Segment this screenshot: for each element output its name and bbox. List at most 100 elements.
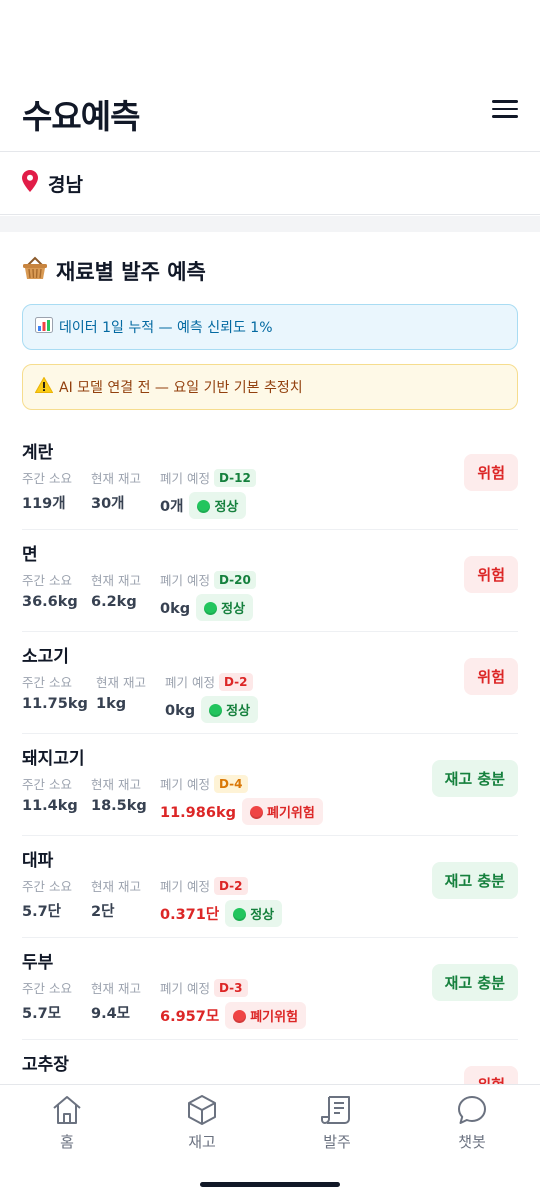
waste-label: 폐기 예정 (160, 981, 210, 996)
waste-label: 폐기 예정 (160, 471, 210, 486)
order-icon (321, 1096, 350, 1124)
weekly-usage: 주간 소요 119개 (22, 468, 72, 513)
status-chip: 정상 (196, 594, 254, 621)
status-chip: 폐기위험 (225, 1002, 307, 1029)
status-text: 정상 (214, 500, 239, 515)
stock-value: 9.4모 (91, 1006, 131, 1022)
stock-label: 현재 재고 (91, 777, 141, 792)
weekly-usage: 주간 소요 36.6kg (22, 570, 78, 610)
dday-tag: D-2 (213, 877, 248, 895)
tab-home-label: 홈 (60, 1133, 74, 1151)
stock-label: 현재 재고 (91, 471, 141, 486)
weekly-value: 11.75kg (22, 696, 88, 712)
forecast-content[interactable]: 재료별 발주 예측 데이터 1일 누적 — 예측 신뢰도 1% AI 모델 연결… (0, 232, 540, 1084)
waste-forecast: 폐기 예정 D-4 11.986kg 폐기위험 (160, 774, 323, 825)
tab-order-label: 발주 (323, 1133, 351, 1151)
data-reliability-notice: 데이터 1일 누적 — 예측 신뢰도 1% (22, 304, 518, 350)
region-name: 경남 (48, 174, 83, 196)
dday-tag: D-3 (213, 979, 248, 997)
app-header: 수요예측 (0, 0, 540, 152)
warn-notice-text: AI 모델 연결 전 — 요일 기반 기본 추정치 (59, 380, 303, 396)
ingredient-name: 소고기 (22, 647, 69, 667)
waste-label: 폐기 예정 (160, 777, 210, 792)
status-badge: 재고 충분 (431, 760, 518, 797)
basket-icon (22, 256, 48, 286)
tab-inventory-label: 재고 (188, 1133, 216, 1151)
waste-value: 0개 (160, 499, 184, 515)
ingredient-name: 대파 (22, 851, 54, 871)
waste-value: 0.371단 (160, 907, 220, 923)
dday-tag: D-2 (218, 673, 253, 691)
weekly-value: 11.4kg (22, 798, 78, 814)
status-text: 정상 (226, 704, 251, 719)
tab-chatbot-label: 챗봇 (458, 1133, 486, 1151)
ingredient-name: 고추장 (22, 1055, 69, 1075)
ingredient-name: 계란 (22, 443, 54, 463)
section-title: 재료별 발주 예측 (22, 256, 206, 286)
ingredient-list: 계란 주간 소요 119개 현재 재고 30개 폐기 예정 D-12 0개 정상 위… (22, 428, 518, 1084)
waste-forecast: 폐기 예정 D-2 0.371단 정상 (160, 876, 283, 927)
list-item[interactable]: 면 주간 소요 36.6kg 현재 재고 6.2kg 폐기 예정 D-20 0kg… (22, 530, 518, 632)
waste-forecast: 폐기 예정 D-20 0kg 정상 (160, 570, 256, 621)
status-badge: 위험 (464, 454, 518, 491)
list-item[interactable]: 돼지고기 주간 소요 11.4kg 현재 재고 18.5kg 폐기 예정 D-4 … (22, 734, 518, 836)
status-text: 폐기위험 (266, 806, 315, 821)
waste-forecast: 폐기 예정 D-12 0개 정상 (160, 468, 256, 519)
waste-forecast: 폐기 예정 D-3 6.957모 폐기위험 (160, 978, 307, 1029)
waste-label: 폐기 예정 (165, 675, 215, 690)
weekly-label: 주간 소요 (22, 777, 72, 792)
region-selector[interactable]: 경남 (0, 153, 540, 215)
weekly-value: 5.7단 (22, 904, 62, 920)
status-badge: 위험 (464, 658, 518, 695)
box-icon (188, 1095, 216, 1125)
weekly-label: 주간 소요 (22, 675, 72, 690)
waste-value: 0kg (165, 703, 196, 719)
status-badge: 위험 (464, 556, 518, 593)
list-item[interactable]: 계란 주간 소요 119개 현재 재고 30개 폐기 예정 D-12 0개 정상 위… (22, 428, 518, 530)
stock-label: 현재 재고 (91, 573, 141, 588)
list-item[interactable]: 두부 주간 소요 5.7모 현재 재고 9.4모 폐기 예정 D-3 6.957모… (22, 938, 518, 1040)
home-icon (53, 1096, 81, 1124)
weekly-value: 36.6kg (22, 594, 78, 610)
weekly-usage: 주간 소요 5.7단 (22, 876, 72, 921)
ingredient-name: 두부 (22, 953, 54, 973)
weekly-label: 주간 소요 (22, 879, 72, 894)
status-badge: 재고 충분 (431, 862, 518, 899)
list-item[interactable]: 고추장 위험 (22, 1040, 518, 1084)
waste-forecast: 폐기 예정 D-2 0kg 정상 (165, 672, 259, 723)
list-item[interactable]: 소고기 주간 소요 11.75kg 현재 재고 1kg 폐기 예정 D-2 0kg… (22, 632, 518, 734)
list-item[interactable]: 대파 주간 소요 5.7단 현재 재고 2단 폐기 예정 D-2 0.371단 정상… (22, 836, 518, 938)
stock-value: 1kg (96, 696, 127, 712)
current-stock: 현재 재고 9.4모 (91, 978, 141, 1023)
tab-home[interactable]: 홈 (22, 1093, 112, 1152)
waste-value: 6.957모 (160, 1009, 220, 1025)
red-dot-icon (249, 806, 263, 819)
page-title: 수요예측 (22, 97, 140, 136)
stock-label: 현재 재고 (91, 879, 141, 894)
status-chip: 정상 (189, 492, 247, 519)
stock-label: 현재 재고 (91, 981, 141, 996)
dday-tag: D-12 (213, 469, 256, 487)
stock-value: 2단 (91, 904, 115, 920)
current-stock: 현재 재고 1kg (96, 672, 146, 712)
tab-chatbot[interactable]: 챗봇 (427, 1093, 517, 1152)
weekly-value: 5.7모 (22, 1006, 62, 1022)
status-badge: 위험 (464, 1066, 518, 1084)
waste-label: 폐기 예정 (160, 573, 210, 588)
hamburger-menu-icon[interactable] (492, 100, 518, 120)
waste-value: 11.986kg (160, 805, 236, 821)
weekly-usage: 주간 소요 11.4kg (22, 774, 78, 814)
tab-order[interactable]: 발주 (292, 1093, 382, 1152)
info-notice-text: 데이터 1일 누적 — 예측 신뢰도 1% (59, 320, 273, 336)
tab-inventory[interactable]: 재고 (157, 1093, 247, 1152)
status-text: 정상 (221, 602, 246, 617)
weekly-usage: 주간 소요 5.7모 (22, 978, 72, 1023)
stock-label: 현재 재고 (96, 675, 146, 690)
weekly-value: 119개 (22, 496, 66, 512)
green-dot-icon (209, 704, 223, 717)
dday-tag: D-20 (213, 571, 256, 589)
status-chip: 정상 (225, 900, 283, 927)
waste-label: 폐기 예정 (160, 879, 210, 894)
current-stock: 현재 재고 6.2kg (91, 570, 141, 610)
current-stock: 현재 재고 30개 (91, 468, 141, 513)
